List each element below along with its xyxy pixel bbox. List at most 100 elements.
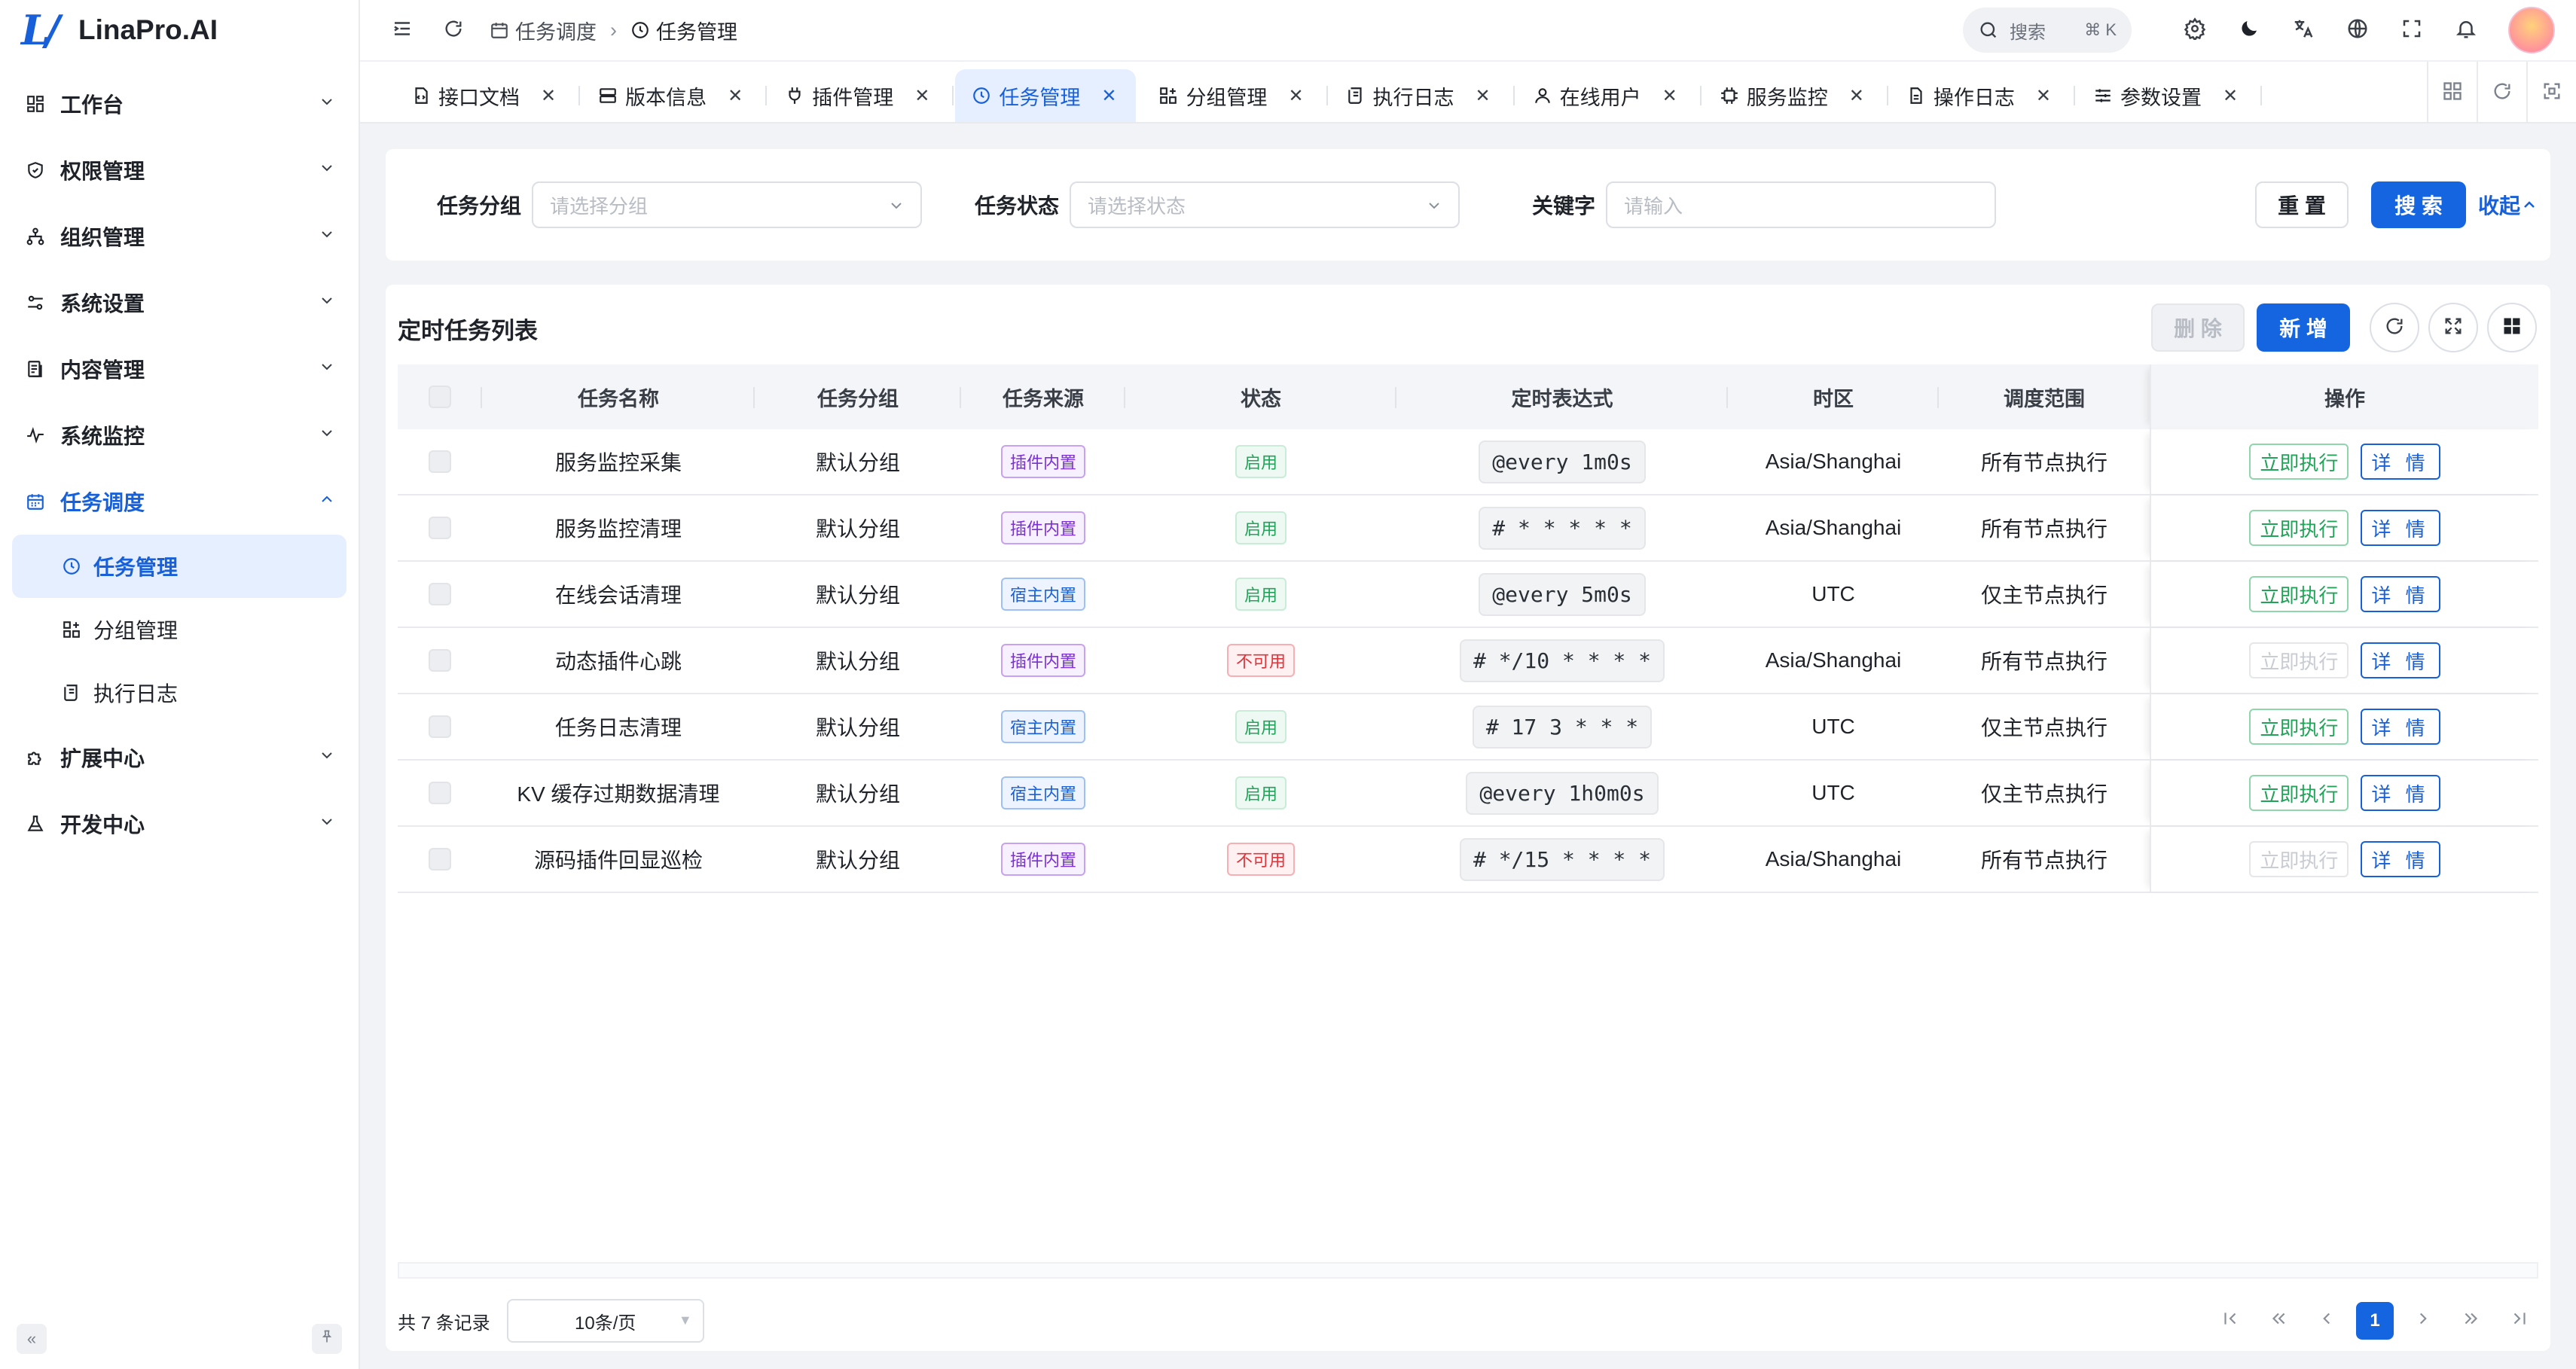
first-page-button[interactable] <box>2211 1302 2249 1340</box>
menu-toggle-button[interactable] <box>387 15 417 45</box>
column-header[interactable]: 时区 <box>1728 364 1939 429</box>
select-all-checkbox[interactable] <box>429 386 451 408</box>
keyword-input[interactable]: 请输入 <box>1606 181 1997 228</box>
column-header[interactable]: 定时表达式 <box>1396 364 1728 429</box>
group-select[interactable]: 请选择分组 <box>532 181 923 228</box>
column-settings-button[interactable] <box>2487 303 2537 352</box>
close-icon[interactable]: ✕ <box>1849 85 1864 107</box>
tab-layout-button[interactable] <box>2427 62 2477 123</box>
tab-refresh-button[interactable] <box>2477 62 2526 123</box>
refresh-button[interactable] <box>438 15 469 45</box>
tab-parameter-settings[interactable]: 参数设置 ✕ <box>2077 69 2263 122</box>
run-now-button[interactable]: 立即执行 <box>2249 510 2349 546</box>
tab-version-info[interactable]: 版本信息 ✕ <box>581 69 768 122</box>
next-page-button[interactable] <box>2404 1302 2442 1340</box>
sidebar-sub-item-group-management[interactable]: 分组管理 <box>12 598 346 661</box>
row-checkbox[interactable] <box>429 517 451 539</box>
tab-service-monitor[interactable]: 服务监控 ✕ <box>1703 69 1888 122</box>
avatar[interactable] <box>2508 7 2555 53</box>
tab-execution-log[interactable]: 执行日志 ✕ <box>1329 69 1515 122</box>
fullscreen-button[interactable] <box>2395 14 2428 47</box>
search-button[interactable]: 搜 索 <box>2371 181 2467 228</box>
column-header[interactable]: 任务来源 <box>961 364 1125 429</box>
run-now-button[interactable]: 立即执行 <box>2249 775 2349 811</box>
tab-task-management[interactable]: 任务管理 ✕ <box>955 69 1137 122</box>
table-refresh-button[interactable] <box>2370 303 2419 352</box>
row-checkbox[interactable] <box>429 649 451 672</box>
theme-toggle-button[interactable] <box>2233 14 2266 47</box>
page-size-select[interactable]: 10条/页 ▼ <box>506 1299 704 1343</box>
logo[interactable]: L/ LinaPro.AI <box>0 0 359 60</box>
sidebar-item-workbench[interactable]: 工作台 <box>0 71 359 137</box>
sidebar-sub-item-execution-log[interactable]: 执行日志 <box>12 661 346 724</box>
column-header[interactable]: 任务名称 <box>482 364 755 429</box>
collapse-sidebar-button[interactable]: « <box>17 1324 47 1354</box>
breadcrumb-item[interactable]: 任务调度 <box>515 16 597 45</box>
row-checkbox[interactable] <box>429 782 451 804</box>
close-icon[interactable]: ✕ <box>2036 85 2051 107</box>
sidebar-item-organization[interactable]: 组织管理 <box>0 203 359 270</box>
tab-online-users[interactable]: 在线用户 ✕ <box>1516 69 1702 122</box>
tab-operation-log[interactable]: 操作日志 ✕ <box>1890 69 2076 122</box>
detail-button[interactable]: 详 情 <box>2361 775 2440 811</box>
detail-button[interactable]: 详 情 <box>2361 709 2440 745</box>
close-icon[interactable]: ✕ <box>541 85 556 107</box>
row-checkbox[interactable] <box>429 715 451 738</box>
run-now-button[interactable]: 立即执行 <box>2249 642 2349 678</box>
table-fullscreen-button[interactable] <box>2428 303 2478 352</box>
sidebar-item-system-settings[interactable]: 系统设置 <box>0 270 359 336</box>
notifications-button[interactable] <box>2449 14 2483 47</box>
language-button[interactable] <box>2287 14 2320 47</box>
detail-button[interactable]: 详 情 <box>2361 444 2440 480</box>
sidebar-item-extensions[interactable]: 扩展中心 <box>0 724 359 791</box>
tab-group-management[interactable]: 分组管理 ✕ <box>1142 69 1328 122</box>
reset-button[interactable]: 重 置 <box>2255 181 2349 228</box>
row-checkbox[interactable] <box>429 848 451 870</box>
detail-button[interactable]: 详 情 <box>2361 642 2440 678</box>
global-search[interactable]: 搜索 ⌘ K <box>1963 8 2132 53</box>
sidebar-sub-item-task-management[interactable]: 任务管理 <box>12 535 346 598</box>
sidebar-item-scheduler[interactable]: 任务调度 <box>0 468 359 535</box>
next-5-pages-button[interactable] <box>2452 1302 2490 1340</box>
prev-page-button[interactable] <box>2308 1302 2346 1340</box>
add-button[interactable]: 新 增 <box>2257 303 2350 352</box>
close-icon[interactable]: ✕ <box>1662 85 1677 107</box>
close-icon[interactable]: ✕ <box>728 85 743 107</box>
tab-label: 在线用户 <box>1559 86 1641 109</box>
row-checkbox[interactable] <box>429 450 451 473</box>
sidebar-item-permission[interactable]: 权限管理 <box>0 137 359 203</box>
row-select-cell <box>398 694 482 759</box>
settings-button[interactable] <box>2178 14 2211 47</box>
run-now-button[interactable]: 立即执行 <box>2249 576 2349 612</box>
column-header[interactable]: 调度范围 <box>1939 364 2150 429</box>
tab-api-docs[interactable]: 接口文档 ✕ <box>395 69 581 122</box>
pin-sidebar-button[interactable] <box>312 1324 342 1354</box>
horizontal-scrollbar[interactable] <box>398 1262 2538 1279</box>
detail-button[interactable]: 详 情 <box>2361 841 2440 877</box>
close-icon[interactable]: ✕ <box>914 85 929 107</box>
status-select[interactable]: 请选择状态 <box>1070 181 1460 228</box>
tab-maximize-button[interactable] <box>2526 62 2576 123</box>
delete-button[interactable]: 删 除 <box>2151 303 2245 352</box>
detail-button[interactable]: 详 情 <box>2361 510 2440 546</box>
prev-5-pages-button[interactable] <box>2260 1302 2297 1340</box>
detail-button[interactable]: 详 情 <box>2361 576 2440 612</box>
run-now-button[interactable]: 立即执行 <box>2249 841 2349 877</box>
tab-plugin-management[interactable]: 插件管理 ✕ <box>768 69 954 122</box>
close-icon[interactable]: ✕ <box>1476 85 1491 107</box>
sidebar-item-developer[interactable]: 开发中心 <box>0 791 359 857</box>
run-now-button[interactable]: 立即执行 <box>2249 709 2349 745</box>
page-number-button[interactable]: 1 <box>2356 1302 2394 1340</box>
row-checkbox[interactable] <box>429 583 451 605</box>
run-now-button[interactable]: 立即执行 <box>2249 444 2349 480</box>
close-icon[interactable]: ✕ <box>1288 85 1303 107</box>
column-header[interactable]: 任务分组 <box>755 364 961 429</box>
close-icon[interactable]: ✕ <box>2223 85 2238 107</box>
collapse-filter-link[interactable]: 收起 <box>2478 190 2538 220</box>
sidebar-item-content[interactable]: 内容管理 <box>0 336 359 402</box>
column-header[interactable]: 状态 <box>1125 364 1396 429</box>
close-icon[interactable]: ✕ <box>1101 85 1116 107</box>
sidebar-item-monitor[interactable]: 系统监控 <box>0 402 359 468</box>
locale-button[interactable] <box>2341 14 2374 47</box>
last-page-button[interactable] <box>2501 1302 2538 1340</box>
